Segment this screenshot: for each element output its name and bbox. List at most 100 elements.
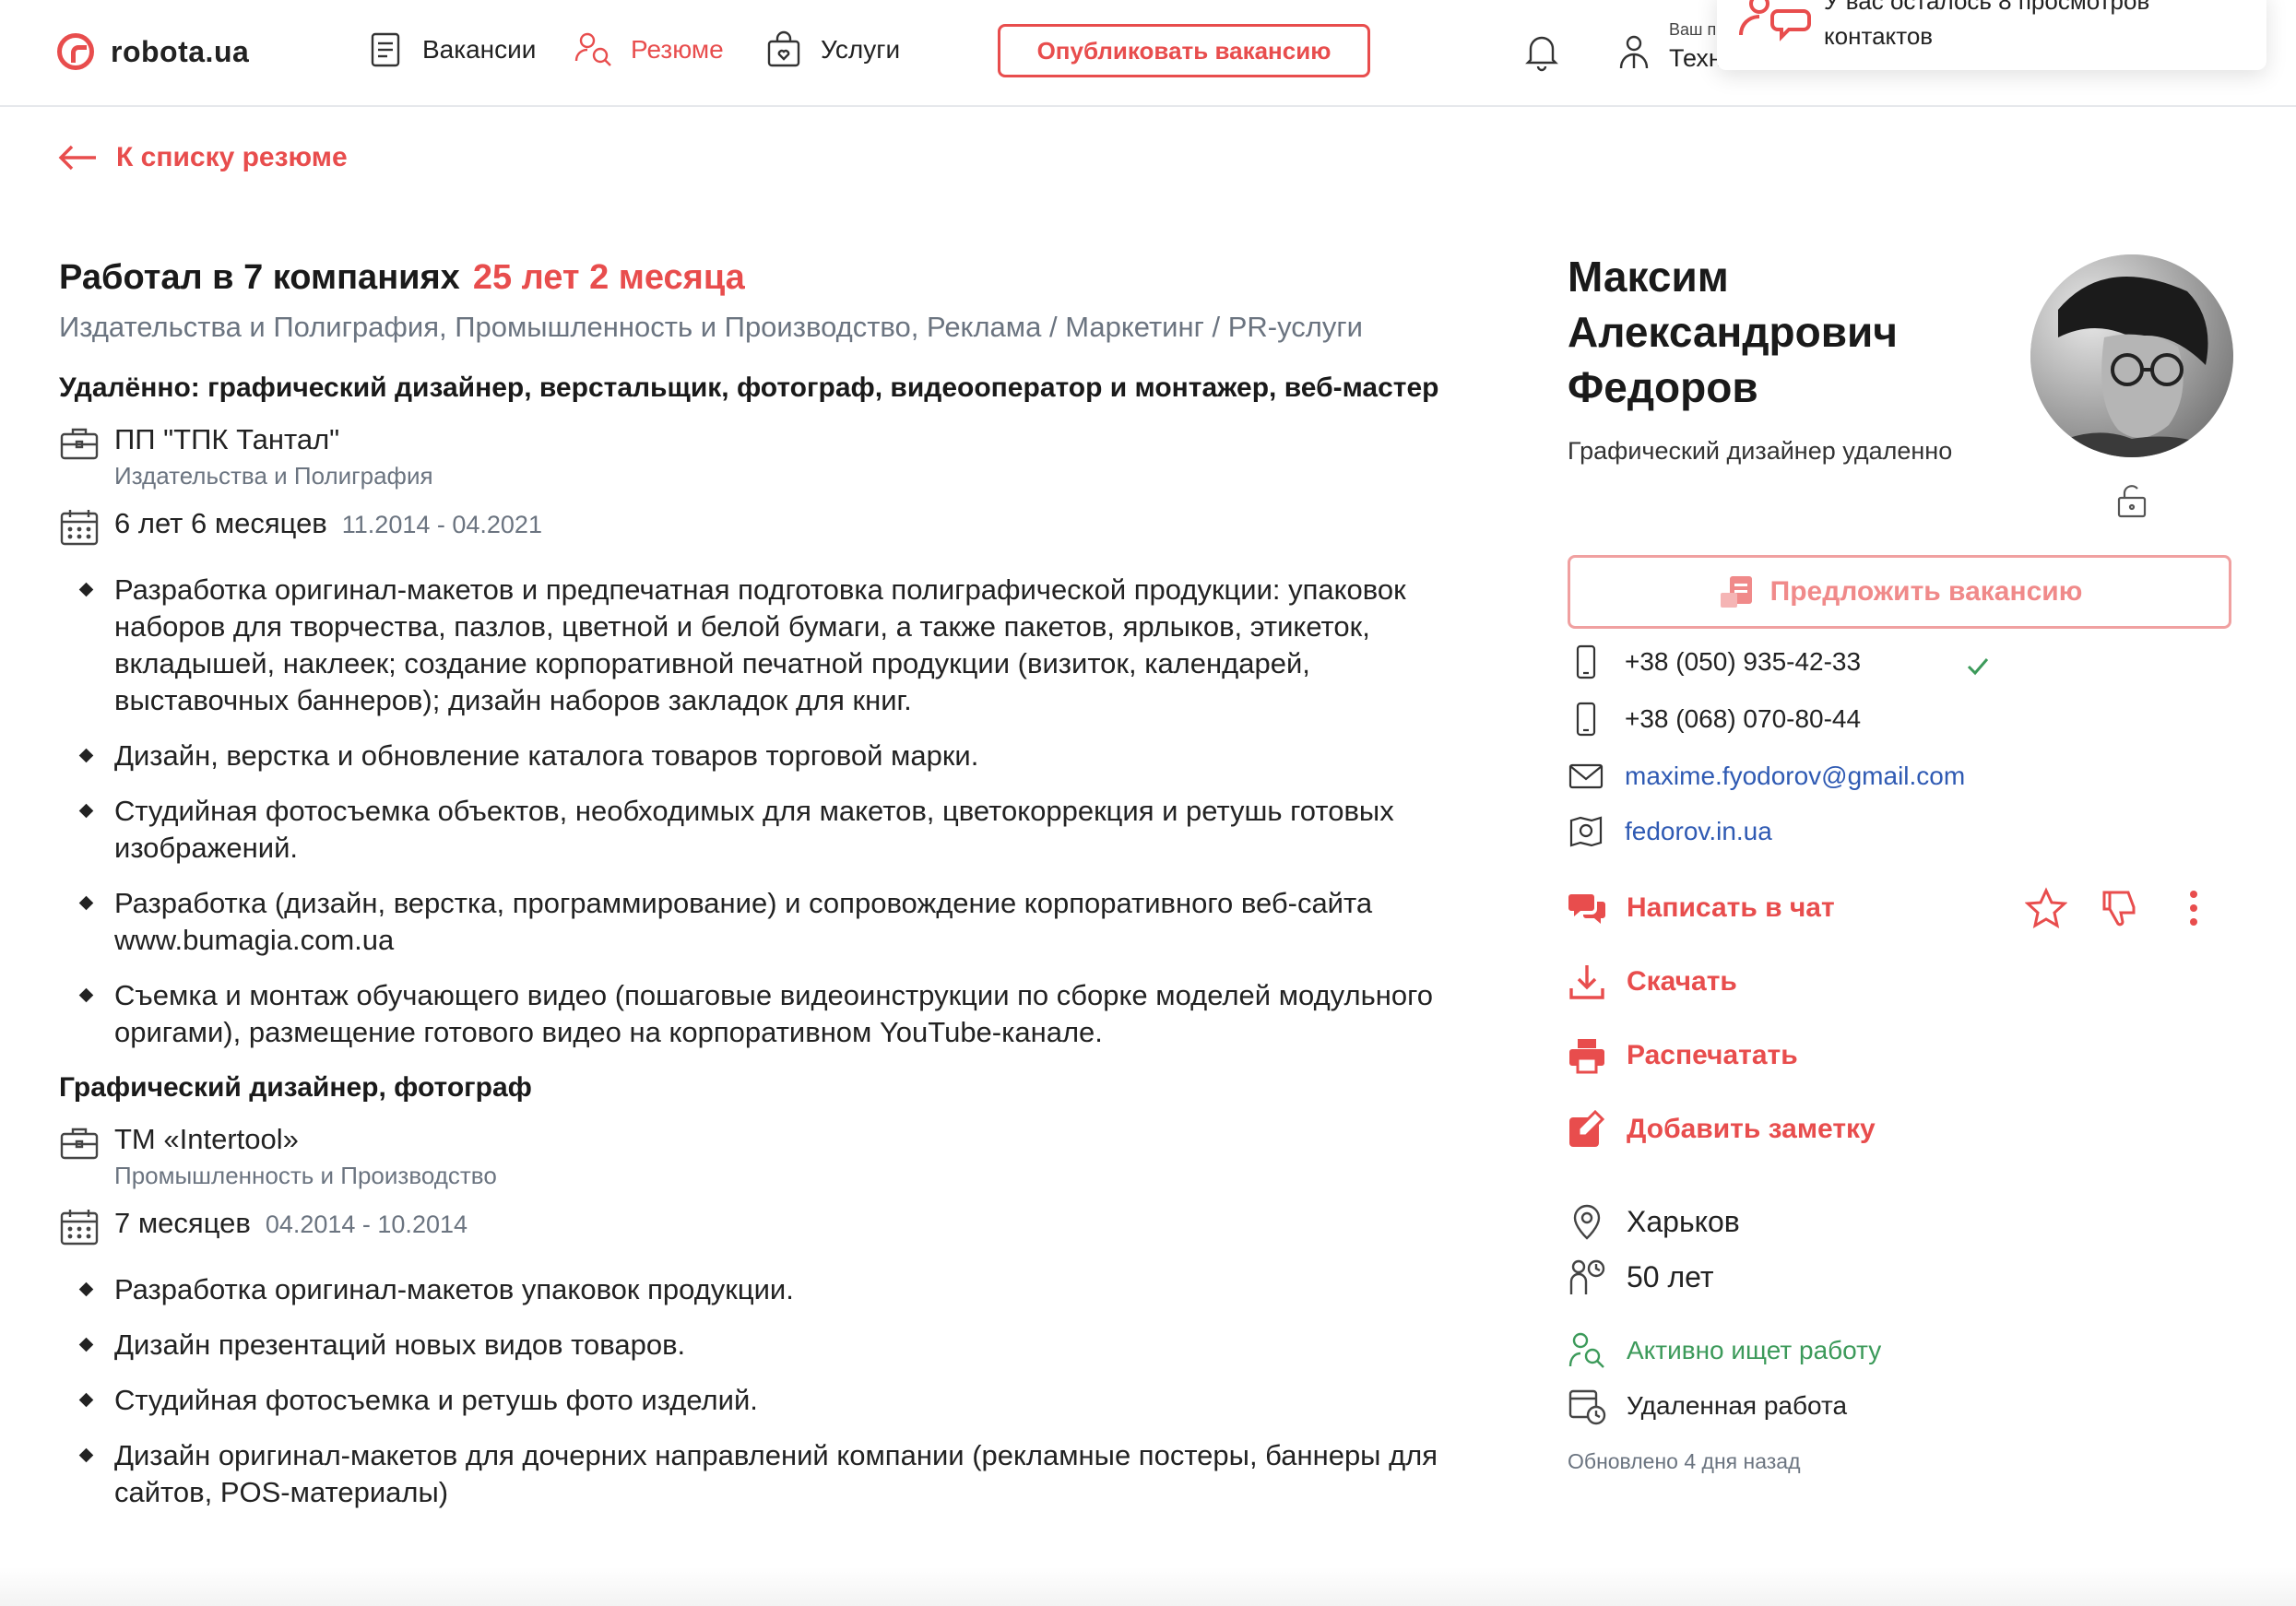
download-icon: [1569, 965, 1604, 999]
age-row: 50 лет: [1568, 1258, 1714, 1296]
back-label: К списку резюме: [116, 142, 348, 172]
phone-secondary: +38 (068) 070-80-44: [1625, 704, 1862, 733]
job-company-industry: Промышленность и Производство: [114, 1162, 497, 1189]
add-note-button[interactable]: Добавить заметку: [1568, 1110, 1876, 1149]
bell-icon[interactable]: [1521, 31, 1562, 72]
list-item: Разработка оригинал-макетов упаковок про…: [59, 1271, 1461, 1308]
write-chat-button[interactable]: Написать в чат: [1568, 889, 1835, 927]
email-link[interactable]: maxime.fyodorov@gmail.com: [1625, 762, 1965, 791]
experience-industries: Издательства и Полиграфия, Промышленност…: [59, 311, 1363, 343]
job-duration-row: 7 месяцев 04.2014 - 10.2014: [59, 1207, 1461, 1246]
phone-icon: [1576, 644, 1596, 679]
phone-primary: +38 (050) 935-42-33: [1625, 647, 1862, 676]
work-type-row: Удаленная работа: [1568, 1387, 1847, 1425]
nav-resumes[interactable]: Резюме: [574, 30, 724, 70]
job-responsibilities: Разработка оригинал-макетов и предпечатн…: [59, 572, 1461, 1051]
job-position: Удалённо: графический дизайнер, версталь…: [59, 372, 1439, 403]
briefcase-icon: [60, 428, 99, 460]
globe-book-icon: [1569, 816, 1603, 847]
printer-icon: [1569, 1039, 1604, 1074]
job-company: ТМ «Intertool»: [114, 1123, 299, 1155]
avatar-photo: [2030, 254, 2233, 457]
more-vertical-icon[interactable]: [2172, 887, 2215, 929]
list-item: Съемка и монтаж обучающего видео (пошаго…: [59, 977, 1461, 1051]
list-item: Разработка оригинал-макетов и предпечатн…: [59, 572, 1461, 719]
star-icon[interactable]: [2025, 887, 2067, 929]
print-button[interactable]: Распечатать: [1568, 1036, 1798, 1075]
phone-primary-row[interactable]: +38 (050) 935-42-33: [1568, 644, 1861, 680]
location-pin-icon: [1573, 1204, 1601, 1240]
avatar: [2030, 254, 2233, 457]
user-name-label[interactable]: Техн: [1669, 44, 1722, 73]
job-dates: 04.2014 - 10.2014: [265, 1210, 468, 1238]
download-button[interactable]: Скачать: [1568, 962, 1737, 1001]
list-item: Разработка (дизайн, верстка, программиро…: [59, 885, 1461, 959]
offer-vacancy-button[interactable]: Предложить вакансию: [1568, 555, 2231, 629]
email-row[interactable]: maxime.fyodorov@gmail.com: [1568, 758, 1965, 795]
calendar-clock-icon: [1568, 1389, 1606, 1425]
user-role-label: Ваш п: [1669, 20, 1717, 39]
list-item: Дизайн, верстка и обновление каталога то…: [59, 738, 1461, 774]
website-row[interactable]: fedorov.in.ua: [1568, 813, 1772, 850]
offer-vacancy-label: Предложить вакансию: [1769, 576, 2083, 607]
chat-person-icon: [1739, 0, 1811, 41]
city-row: Харьков: [1568, 1202, 1740, 1241]
edit-note-icon: [1569, 1110, 1605, 1147]
candidate-city: Харьков: [1627, 1204, 1740, 1238]
list-item: Студийная фотосъемка объектов, необходим…: [59, 793, 1461, 867]
job-duration: 6 лет 6 месяцев: [114, 507, 327, 539]
experience-total-duration: 25 лет 2 месяца: [472, 258, 745, 297]
chat-icon: [1568, 894, 1605, 924]
briefcase-icon: [60, 1128, 99, 1160]
candidate-name: Максим Александрович Федоров: [1568, 253, 1899, 411]
toast-text: У вас осталось 8 просмотров контактов: [1824, 0, 2150, 50]
job-position: Графический дизайнер, фотограф: [59, 1072, 532, 1103]
job-responsibilities: Разработка оригинал-макетов упаковок про…: [59, 1271, 1461, 1511]
thumbs-down-icon[interactable]: [2099, 887, 2141, 929]
document-icon: [371, 32, 400, 67]
list-item: Студийная фотосъемка и ретушь фото издел…: [59, 1382, 1461, 1419]
job-duration: 7 месяцев: [114, 1207, 251, 1239]
nav-label: Услуги: [821, 35, 901, 64]
job-company-industry: Издательства и Полиграфия: [114, 462, 433, 490]
logo[interactable]: robota.ua: [57, 33, 249, 70]
experience-summary: Работал в 7 компаниях 25 лет 2 месяца: [59, 258, 1461, 298]
website-link[interactable]: fedorov.in.ua: [1625, 817, 1772, 846]
nav-vacancies[interactable]: Вакансии: [365, 30, 536, 70]
experience-section: Работал в 7 компаниях 25 лет 2 месяца Из…: [59, 258, 1461, 1529]
publish-vacancy-button[interactable]: Опубликовать вакансию: [998, 24, 1370, 77]
scroll-edge: [2270, 107, 2296, 1606]
add-note-label: Добавить заметку: [1627, 1114, 1876, 1144]
calendar-icon: [60, 510, 99, 546]
job-status-row: Активно ищет работу: [1568, 1331, 1881, 1370]
calendar-icon: [60, 1210, 99, 1246]
bottom-fade: [0, 1567, 2296, 1606]
phone-secondary-row[interactable]: +38 (068) 070-80-44: [1568, 701, 1861, 738]
back-to-resumes-link[interactable]: К списку резюме: [57, 142, 348, 173]
logo-mark-icon: [57, 33, 94, 70]
nav-label: Резюме: [631, 35, 724, 64]
person-age-icon: [1569, 1259, 1605, 1294]
mail-icon: [1568, 763, 1604, 789]
person-search-icon: [574, 32, 611, 66]
job-dates: 11.2014 - 04.2021: [341, 511, 542, 538]
verified-check-icon: [1967, 658, 1989, 676]
bag-icon: [767, 30, 800, 67]
unlock-icon[interactable]: [2112, 479, 2152, 520]
candidate-age: 50 лет: [1627, 1259, 1714, 1293]
download-label: Скачать: [1627, 966, 1737, 997]
job-duration-row: 6 лет 6 месяцев 11.2014 - 04.2021: [59, 507, 1461, 546]
nav-label: Вакансии: [422, 35, 537, 64]
experience-summary-label: Работал в 7 компаниях: [59, 258, 460, 297]
list-item: Дизайн оригинал-макетов для дочерних нап…: [59, 1437, 1461, 1511]
updated-label: Обновлено 4 дня назад: [1568, 1449, 1801, 1473]
job-company-row: ТМ «Intertool» Промышленность и Производ…: [59, 1123, 1461, 1190]
user-icon[interactable]: [1614, 31, 1654, 72]
nav-services[interactable]: Услуги: [763, 30, 900, 70]
offer-document-icon: [1720, 576, 1752, 608]
views-left-toast: У вас осталось 8 просмотров контактов: [1717, 0, 2266, 70]
top-header: robota.ua Вакансии Резюме Услуги Опублик…: [0, 0, 2296, 107]
print-label: Распечатать: [1627, 1040, 1798, 1070]
logo-text: robota.ua: [111, 34, 250, 68]
person-search-icon: [1568, 1332, 1604, 1368]
